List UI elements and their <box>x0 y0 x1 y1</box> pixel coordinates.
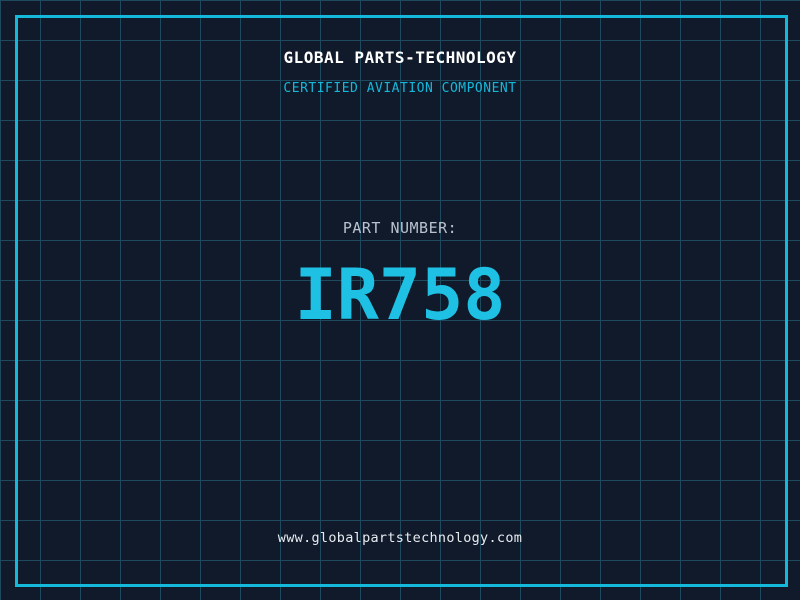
certification-tagline: CERTIFIED AVIATION COMPONENT <box>283 81 517 96</box>
brand-title: GLOBAL PARTS-TECHNOLOGY <box>283 48 517 67</box>
part-number-value: IR758 <box>294 254 506 336</box>
part-label-page: { "theme": { "background_color": "#101a2… <box>0 0 800 600</box>
part-number-label: PART NUMBER: <box>342 219 458 237</box>
website-url: www.globalpartstechnology.com <box>277 530 523 546</box>
